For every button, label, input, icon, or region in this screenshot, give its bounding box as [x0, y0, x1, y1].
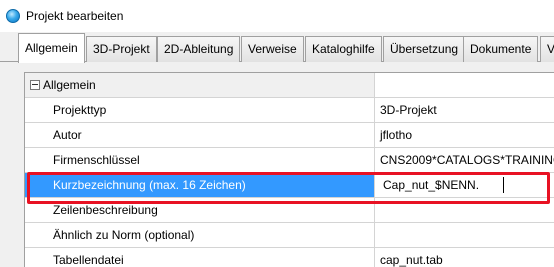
property-name: Autor — [25, 123, 375, 147]
app-globe-icon — [6, 9, 20, 23]
property-value[interactable] — [375, 223, 554, 247]
property-row-kurzbezeichnung[interactable]: Kurzbezeichnung (max. 16 Zeichen) — [25, 173, 554, 198]
property-name: Tabellendatei — [25, 248, 375, 267]
category-row-allgemein[interactable]: Allgemein — [25, 73, 554, 98]
tab-verweise[interactable]: Verweise — [241, 36, 304, 62]
property-name: Projekttyp — [25, 98, 375, 122]
project-edit-window: Projekt bearbeiten Allgemein 3D-Projekt … — [0, 0, 554, 267]
tab-allgemein[interactable]: Allgemein — [18, 33, 85, 63]
property-name: Zeilenbeschreibung — [25, 198, 375, 222]
property-row-aehnlich-zu-norm[interactable]: Ähnlich zu Norm (optional) — [25, 223, 554, 248]
property-value[interactable]: cap_nut.tab — [375, 248, 554, 267]
category-label: Allgemein — [25, 73, 375, 97]
property-value[interactable]: 3D-Projekt — [375, 98, 554, 122]
text-caret — [503, 177, 504, 193]
property-row-projekttyp[interactable]: Projekttyp 3D-Projekt — [25, 98, 554, 123]
window-title: Projekt bearbeiten — [26, 9, 124, 23]
kurzbezeichnung-input[interactable] — [381, 175, 501, 195]
tab-2d-ableitung[interactable]: 2D-Ableitung — [157, 36, 241, 62]
title-bar[interactable]: Projekt bearbeiten — [0, 0, 554, 32]
property-row-zeilenbeschreibung[interactable]: Zeilenbeschreibung — [25, 198, 554, 223]
property-name: Kurzbezeichnung (max. 16 Zeichen) — [25, 173, 375, 197]
property-value[interactable]: jflotho — [375, 123, 554, 147]
property-grid: Allgemein Projekttyp 3D-Projekt Autor jf… — [24, 72, 554, 267]
tab-overflow[interactable]: V — [540, 36, 554, 62]
tab-content: Allgemein Projekttyp 3D-Projekt Autor jf… — [0, 62, 554, 267]
tab-uebersetzung[interactable]: Übersetzung — [383, 36, 466, 62]
tab-strip: Allgemein 3D-Projekt 2D-Ableitung Verwei… — [0, 32, 554, 63]
tab-dokumente[interactable]: Dokumente — [463, 36, 539, 62]
property-name: Firmenschlüssel — [25, 148, 375, 172]
property-row-tabellendatei[interactable]: Tabellendatei cap_nut.tab — [25, 248, 554, 267]
property-name: Ähnlich zu Norm (optional) — [25, 223, 375, 247]
tab-3d-projekt[interactable]: 3D-Projekt — [86, 36, 157, 62]
property-row-autor[interactable]: Autor jflotho — [25, 123, 554, 148]
property-row-firmenschluessel[interactable]: Firmenschlüssel CNS2009*CATALOGS*TRAININ… — [25, 148, 554, 173]
property-value[interactable] — [375, 198, 554, 222]
category-value-cell — [375, 73, 554, 97]
tab-kataloghilfe[interactable]: Kataloghilfe — [305, 36, 382, 62]
property-value[interactable]: CNS2009*CATALOGS*TRAINING — [375, 148, 554, 172]
